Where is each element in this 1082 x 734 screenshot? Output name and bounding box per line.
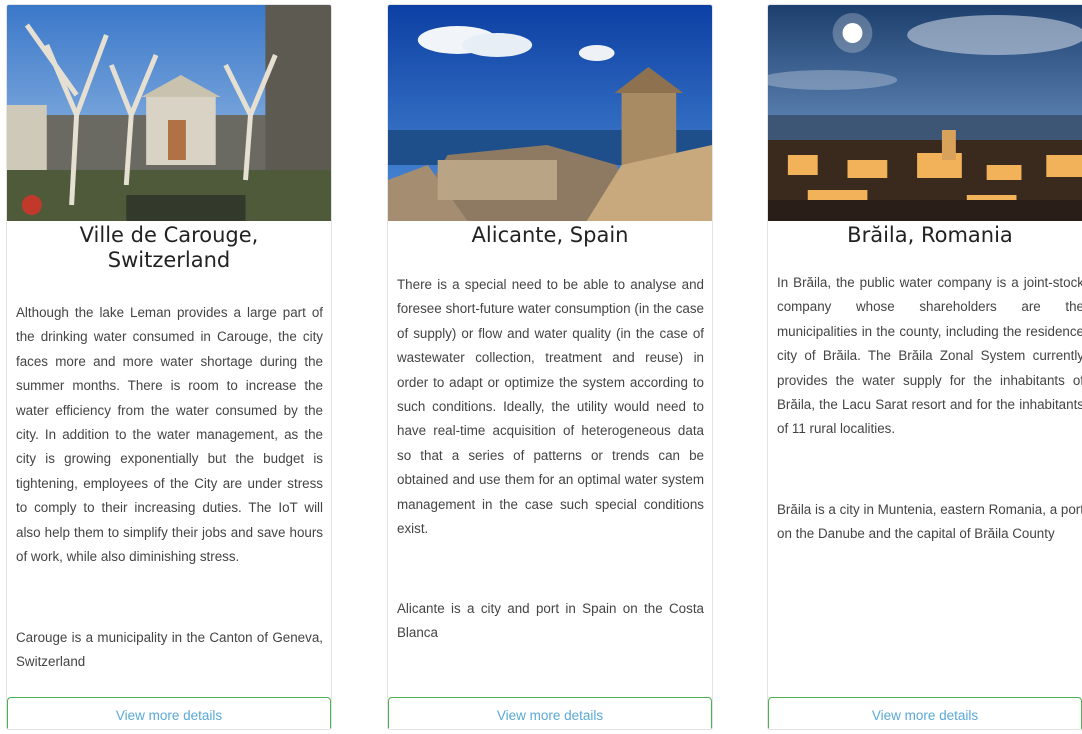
view-more-details-button[interactable]: View more details bbox=[388, 697, 712, 729]
card-title: Ville de Carouge, Switzerland bbox=[79, 223, 259, 272]
view-more-details-button[interactable]: View more details bbox=[768, 697, 1082, 729]
alicante-photo bbox=[388, 5, 712, 221]
carouge-photo bbox=[7, 5, 331, 221]
braila-photo bbox=[768, 5, 1082, 221]
city-card-braila: Brăila, Romania In Brăila, the public wa… bbox=[767, 4, 1082, 730]
card-location-note: Brăila is a city in Muntenia, eastern Ro… bbox=[777, 502, 1082, 542]
card-description: In Brăila, the public water company is a… bbox=[777, 275, 1082, 437]
city-card-carouge: Ville de Carouge, Switzerland Although t… bbox=[6, 4, 332, 730]
card-description: Although the lake Leman provides a large… bbox=[16, 305, 323, 565]
card-title: Alicante, Spain bbox=[471, 223, 629, 247]
view-more-details-button[interactable]: View more details bbox=[7, 697, 331, 729]
card-description: There is a special need to be able to an… bbox=[397, 277, 704, 537]
card-location-note: Alicante is a city and port in Spain on … bbox=[397, 601, 704, 641]
card-title: Brăila, Romania bbox=[847, 223, 1013, 247]
card-location-note: Carouge is a municipality in the Canton … bbox=[16, 630, 323, 670]
city-card-alicante: Alicante, Spain There is a special need … bbox=[387, 4, 713, 730]
